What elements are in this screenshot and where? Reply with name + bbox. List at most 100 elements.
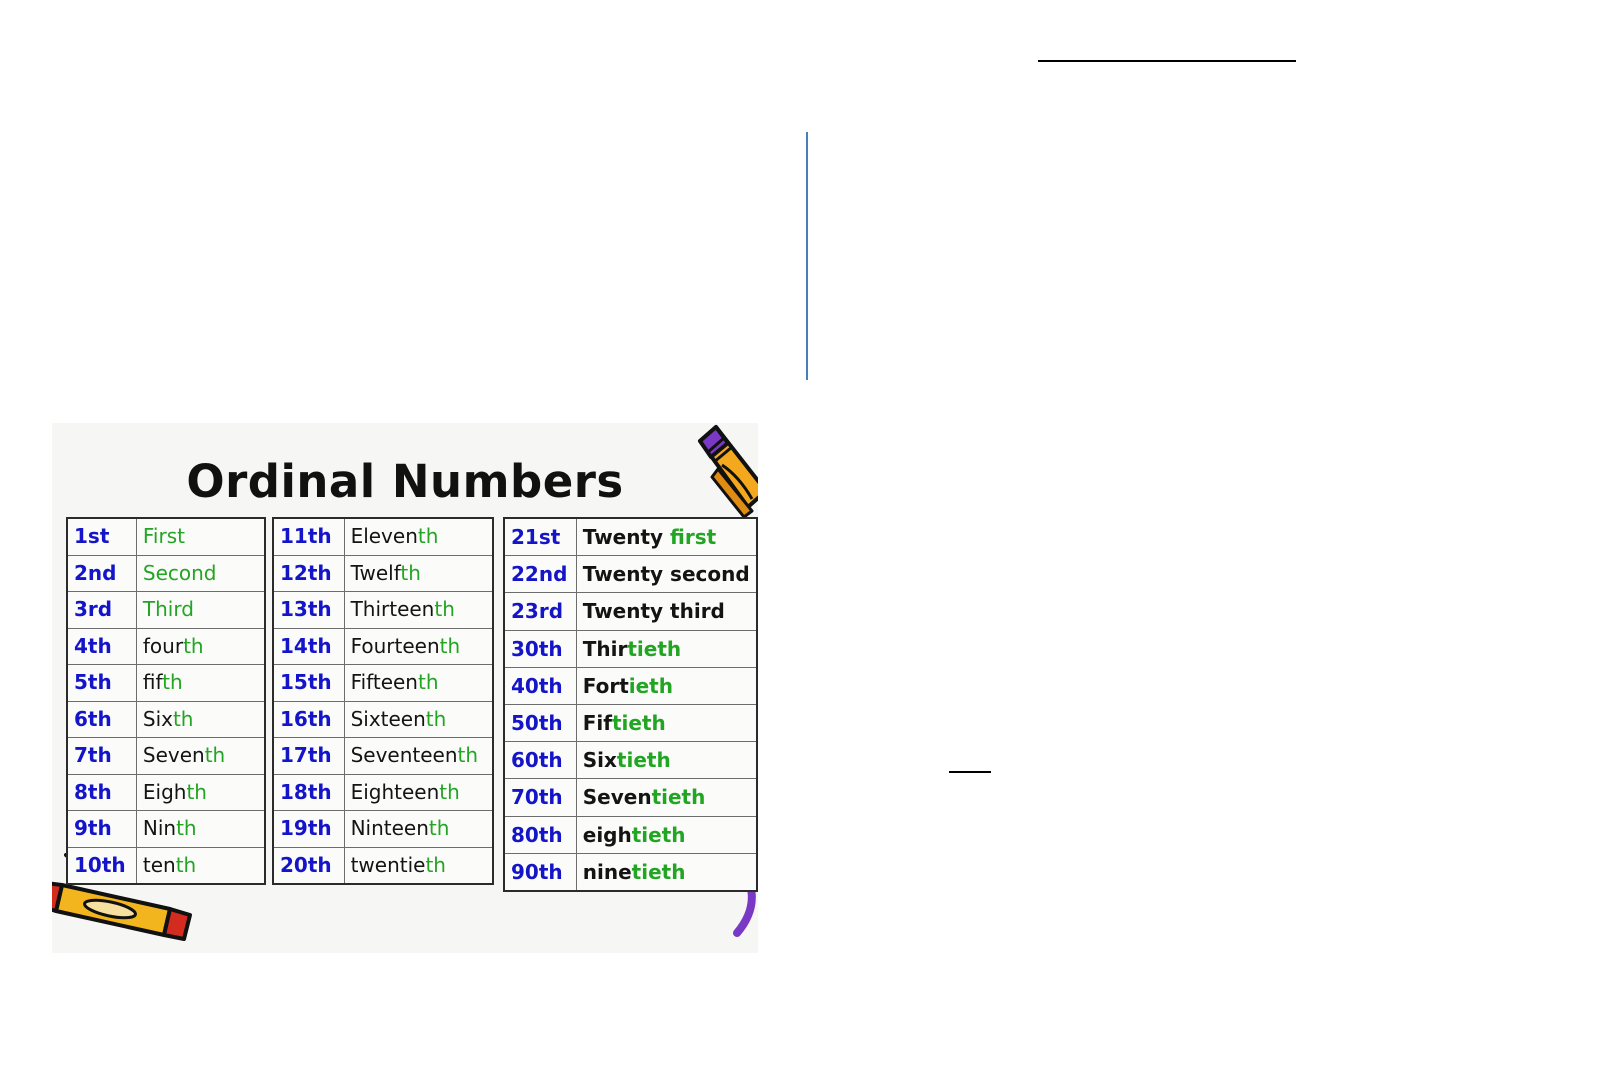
ordinal-word-stem: ten	[142, 852, 176, 877]
ordinal-number-cell: 4th	[66, 627, 137, 665]
ordinal-word-cell: eightieth	[575, 815, 758, 854]
ordinal-word-suffix: tieth	[631, 822, 686, 847]
table-row: 3rd Third	[66, 591, 266, 629]
ordinal-word-suffix: th	[162, 670, 183, 694]
ordinal-number-cell: 18th	[272, 773, 345, 811]
ordinal-word-cell: Eighteenth	[343, 773, 494, 811]
table-row: 23rd Twenty third	[503, 592, 758, 631]
ordinal-word-stem: twentie	[350, 852, 426, 877]
ordinal-word-suffix: first	[670, 525, 717, 549]
ordinal-word-cell: ninetieth	[575, 852, 758, 892]
ordinal-word-stem: Six	[582, 748, 617, 773]
table-row: 4th fourth	[66, 627, 266, 665]
ordinal-number-cell: 30th	[503, 629, 577, 668]
table-row: 30th Thirtieth	[503, 629, 758, 668]
ordinal-table-column-3: 21st Twenty first 22nd Twenty second 23rd Twe…	[503, 517, 758, 893]
ordinal-word-suffix: tieth	[651, 785, 706, 810]
table-body-column-1: 1st First 2nd Second 3rd Third 4th fourth 5th fif…	[66, 517, 266, 885]
table-row: 15th Fifteenth	[272, 664, 494, 702]
ordinal-word-stem: Twelf	[350, 560, 401, 585]
table-row: 11th Eleventh	[272, 517, 494, 556]
ordinal-word-suffix: th	[400, 560, 421, 585]
table-row: 20th twentieth	[272, 846, 494, 885]
table-row: 13th Thirteenth	[272, 591, 494, 629]
ordinal-number-cell: 22nd	[503, 555, 577, 594]
ordinal-word-suffix: th	[204, 743, 226, 767]
ordinal-word-cell: Sixtieth	[575, 741, 758, 780]
ordinal-number-cell: 80th	[503, 815, 577, 854]
table-row: 21st Twenty first	[503, 517, 758, 557]
ordinal-word-stem: Eighteen	[350, 779, 440, 804]
table-body-column-2: 11th Eleventh 12th Twelfth 13th Thirteenth 14t…	[272, 517, 494, 885]
ordinal-word-cell: Ninteenth	[343, 810, 494, 848]
ordinal-word-stem: nine	[582, 859, 632, 884]
ordinal-word-stem: Fif	[582, 711, 612, 736]
ordinal-word-stem: Eigh	[142, 779, 187, 804]
table-row: 80th eightieth	[503, 815, 758, 854]
ordinal-word-stem: eigh	[582, 822, 632, 847]
table-row: 17th Seventeenth	[272, 737, 494, 775]
table-row: 18th Eighteenth	[272, 773, 494, 811]
ordinal-word-cell: Twenty third	[575, 592, 758, 631]
ordinal-word-cell: Fortieth	[575, 666, 758, 706]
ordinal-word-cell: Sixteenth	[343, 700, 494, 738]
ordinal-number-cell: 60th	[503, 741, 577, 780]
ordinal-word-cell: Twenty second	[575, 555, 758, 594]
ordinal-word-cell: Second	[135, 554, 266, 592]
ordinal-word-stem: Seven	[142, 743, 205, 767]
ordinal-word-stem: Fourteen	[350, 633, 440, 658]
ordinal-word-suffix: th	[417, 670, 439, 694]
ordinal-word-cell: Twelfth	[343, 554, 494, 592]
top-horizontal-rule	[1038, 60, 1296, 62]
ordinal-word-suffix: th	[425, 852, 446, 877]
ordinal-number-cell: 6th	[66, 700, 137, 738]
table-row: 5th fifth	[66, 664, 266, 702]
ordinal-word-stem: Twenty	[582, 525, 671, 549]
table-row: 50th Fiftieth	[503, 704, 758, 743]
ordinal-word-cell: Twenty first	[575, 517, 758, 557]
ordinal-word-cell: Third	[135, 591, 266, 629]
ordinal-word-cell: Sixth	[135, 700, 266, 738]
ordinal-word-cell: Seventeenth	[343, 737, 494, 775]
table-row: 6th Sixth	[66, 700, 266, 738]
ordinal-word-stem: Six	[142, 706, 173, 731]
ordinal-number-cell: 10th	[66, 846, 137, 885]
ordinal-word-green: Second	[142, 560, 217, 585]
ordinal-word-stem: four	[142, 633, 184, 658]
blue-vertical-rule	[806, 132, 808, 380]
ordinal-number-cell: 17th	[272, 737, 345, 775]
ordinal-word-stem: Thir	[582, 636, 628, 661]
ordinal-number-cell: 70th	[503, 778, 577, 817]
table-row: 90th ninetieth	[503, 852, 758, 892]
ordinal-word-cell: Thirteenth	[343, 591, 494, 629]
ordinal-numbers-poster: Ordinal Numbers 1st First 2nd Second 3rd…	[52, 423, 758, 953]
ordinal-number-cell: 1st	[66, 517, 137, 556]
table-row: 7th Seventh	[66, 737, 266, 775]
small-horizontal-rule	[949, 771, 991, 773]
table-row: 16th Sixteenth	[272, 700, 494, 738]
ordinal-number-cell: 15th	[272, 664, 345, 702]
ordinal-word-stem: Twenty second	[582, 562, 750, 587]
ordinal-number-cell: 9th	[66, 810, 137, 848]
ordinal-word-cell: Fifteenth	[343, 664, 494, 702]
ordinal-word-stem: Eleven	[350, 524, 418, 548]
ordinal-word-stem: Seventeen	[350, 743, 458, 767]
ordinal-word-stem: Thirteen	[350, 597, 435, 621]
ordinal-word-cell: Eleventh	[343, 517, 494, 556]
table-row: 9th Ninth	[66, 810, 266, 848]
ordinal-word-suffix: th	[425, 706, 447, 731]
ordinal-tables: 1st First 2nd Second 3rd Third 4th fourth 5th fif…	[52, 517, 758, 893]
ordinal-number-cell: 14th	[272, 627, 345, 665]
ordinal-word-green: Third	[142, 597, 194, 621]
ordinal-word-suffix: th	[457, 743, 479, 767]
ordinal-word-stem: Nin	[142, 816, 177, 840]
ordinal-word-suffix: th	[428, 816, 450, 840]
ordinal-word-stem: Fifteen	[350, 670, 418, 694]
ordinal-word-cell: Eighth	[135, 773, 266, 811]
ordinal-number-cell: 21st	[503, 517, 577, 557]
table-row: 10th tenth	[66, 846, 266, 885]
table-row: 1st First	[66, 517, 266, 556]
table-row: 60th Sixtieth	[503, 741, 758, 780]
ordinal-word-suffix: th	[175, 852, 197, 877]
ordinal-word-cell: fourth	[135, 627, 266, 665]
